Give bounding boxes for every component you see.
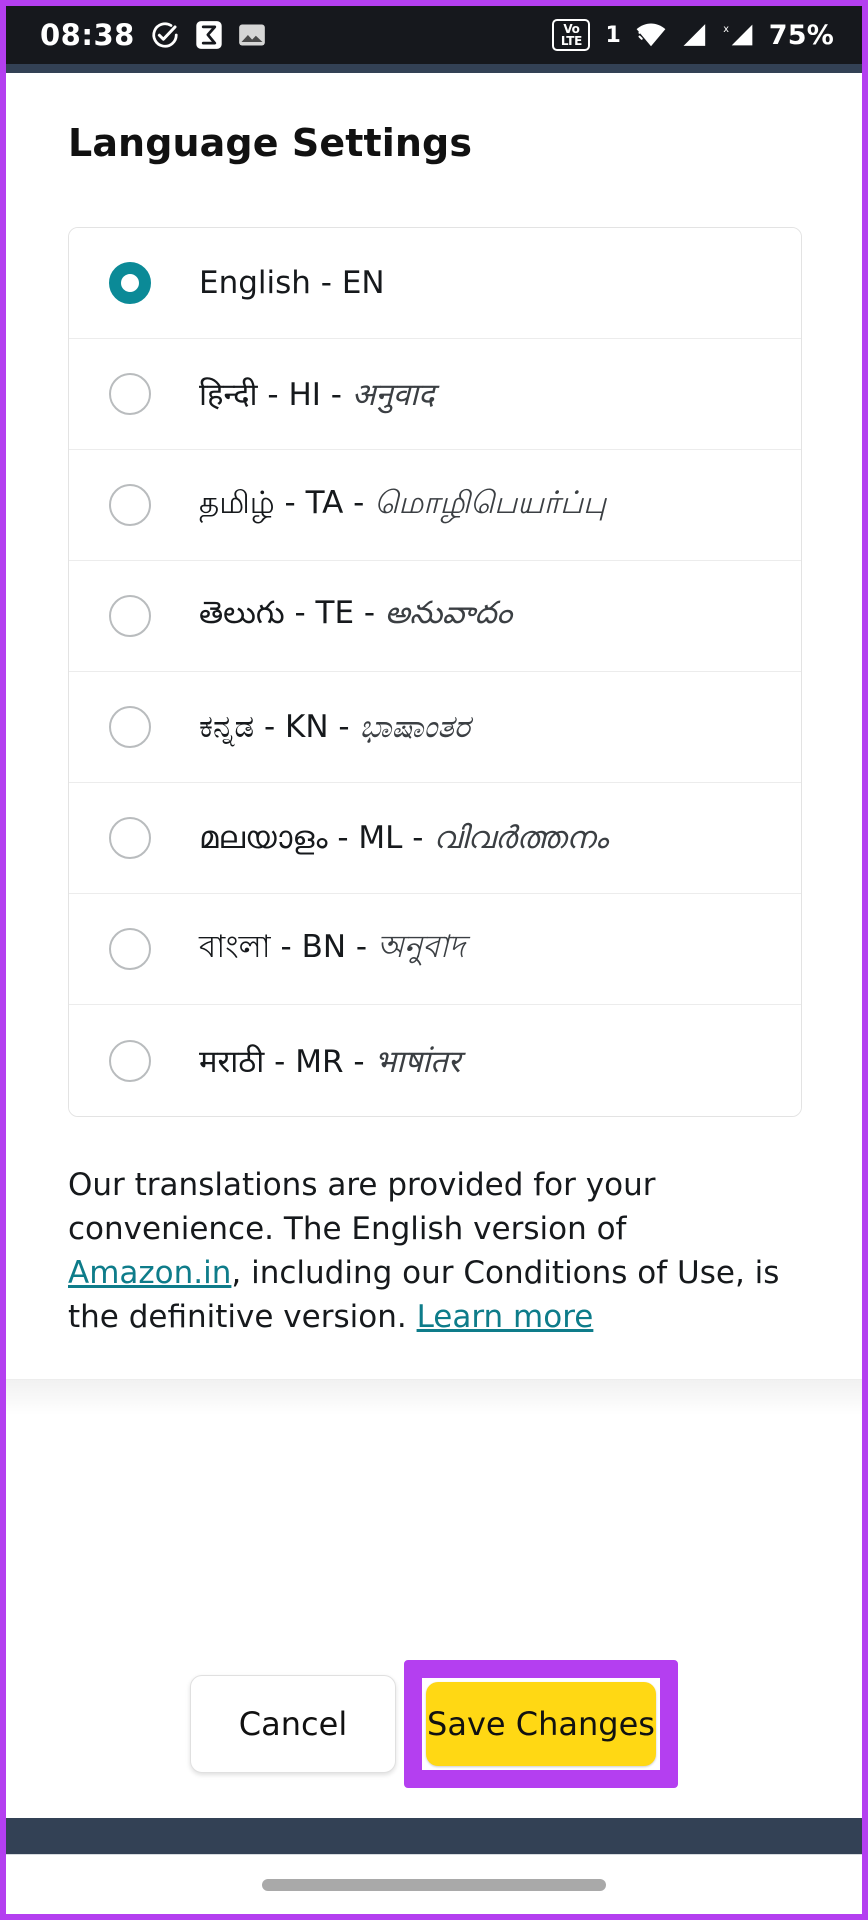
amazon-in-link[interactable]: Amazon.in xyxy=(68,1255,231,1291)
language-option-en[interactable]: English - EN xyxy=(69,228,801,339)
language-name: മലയാളം xyxy=(199,819,328,856)
status-clock: 08:38 xyxy=(40,18,135,52)
radio-ta[interactable] xyxy=(109,484,151,526)
language-label-kn: ಕನ್ನಡ - KN - ಭಾಷಾಂತರ xyxy=(199,709,470,746)
language-separator: - xyxy=(412,819,424,856)
battery-percent-label: 75% xyxy=(768,19,834,51)
status-bar: 08:38 Vo LTE 1 x 75% xyxy=(6,6,862,64)
language-list: English - EN हिन्दी - HI - अनुवाद தமிழ் … xyxy=(68,227,802,1117)
language-separator: - xyxy=(338,708,350,745)
language-separator: - xyxy=(320,265,332,301)
translation-disclaimer: Our translations are provided for your c… xyxy=(68,1163,807,1339)
language-code: EN xyxy=(341,265,385,301)
radio-bn[interactable] xyxy=(109,928,151,970)
language-name: తెలుగు xyxy=(199,594,285,631)
language-label-ml: മലയാളം - ML - വിവർത്തനം xyxy=(199,820,608,857)
language-label-ta: தமிழ் - TA - மொழிபெயர்ப்பு xyxy=(199,485,606,525)
language-label-hi: हिन्दी - HI - अनुवाद xyxy=(199,373,434,415)
language-separator: - xyxy=(263,708,276,745)
language-separator: - xyxy=(267,377,279,413)
check-circle-icon xyxy=(150,20,180,50)
language-separator: - xyxy=(274,1043,286,1080)
language-name: বাংলা xyxy=(199,929,271,965)
language-option-te[interactable]: తెలుగు - TE - అనువాదం xyxy=(69,561,801,672)
volte-label-bottom: LTE xyxy=(560,34,583,48)
radio-en[interactable] xyxy=(109,262,151,304)
learn-more-link[interactable]: Learn more xyxy=(417,1299,594,1335)
language-separator: - xyxy=(353,1043,365,1080)
bottom-accent-strip xyxy=(6,1818,862,1854)
language-name: हिन्दी xyxy=(199,377,258,413)
language-code: HI xyxy=(288,377,321,413)
language-separator: - xyxy=(284,485,296,521)
language-translation: అనువాదం xyxy=(384,594,513,631)
language-name: मराठी xyxy=(199,1043,265,1080)
language-code: ML xyxy=(358,819,403,856)
top-accent-strip xyxy=(6,64,862,73)
save-button-highlight-wrapper: Save Changes xyxy=(404,1660,678,1788)
wifi-icon xyxy=(634,20,668,50)
language-code: KN xyxy=(285,708,329,745)
language-option-bn[interactable]: বাংলা - BN - অনুবাদ xyxy=(69,894,801,1005)
language-option-kn[interactable]: ಕನ್ನಡ - KN - ಭಾಷಾಂತರ xyxy=(69,672,801,783)
svg-text:x: x xyxy=(723,24,729,35)
radio-hi[interactable] xyxy=(109,373,151,415)
language-label-mr: मराठी - MR - भाषांतर xyxy=(199,1040,461,1082)
language-separator: - xyxy=(330,377,342,413)
language-label-te: తెలుగు - TE - అనువాదం xyxy=(199,595,512,638)
language-separator: - xyxy=(294,594,306,631)
language-option-ml[interactable]: മലയാളം - ML - വിവർത്തനം xyxy=(69,783,801,894)
language-name: English xyxy=(199,265,311,301)
phone-screen: 08:38 Vo LTE 1 x 75% Language Settings E… xyxy=(0,0,868,1920)
language-separator: - xyxy=(337,819,349,856)
radio-te[interactable] xyxy=(109,595,151,637)
status-bar-right: Vo LTE 1 x 75% xyxy=(552,19,834,51)
radio-kn[interactable] xyxy=(109,706,151,748)
language-separator: - xyxy=(355,929,368,965)
language-separator: - xyxy=(280,929,292,965)
radio-ml[interactable] xyxy=(109,817,151,859)
disclaimer-text-1: Our translations are provided for your c… xyxy=(68,1167,656,1248)
action-bar: Cancel Save Changes xyxy=(6,1660,862,1818)
radio-mr[interactable] xyxy=(109,1039,151,1082)
language-translation: ಭಾಷಾಂತರ xyxy=(359,708,471,745)
home-indicator[interactable] xyxy=(262,1878,606,1891)
signal-x-icon: x xyxy=(722,20,756,50)
language-separator: - xyxy=(363,594,376,631)
language-option-ta[interactable]: தமிழ் - TA - மொழிபெயர்ப்பு xyxy=(69,450,801,561)
language-translation: மொழிபெயர்ப்பு xyxy=(374,485,607,521)
language-translation: भाषांतर xyxy=(374,1043,461,1080)
page-title: Language Settings xyxy=(68,121,473,165)
language-name: ಕನ್ನಡ xyxy=(199,708,255,745)
language-translation: अनुवाद xyxy=(351,377,435,413)
language-code: TA xyxy=(305,485,344,521)
language-separator: - xyxy=(353,485,365,521)
language-code: BN xyxy=(301,929,347,965)
sigma-app-icon xyxy=(195,20,223,50)
language-code: TE xyxy=(315,594,355,631)
language-option-hi[interactable]: हिन्दी - HI - अनुवाद xyxy=(69,339,801,450)
language-translation: വിവർത്തനം xyxy=(433,819,608,856)
language-code: MR xyxy=(295,1043,344,1080)
status-bar-left: 08:38 xyxy=(40,18,266,52)
image-icon xyxy=(238,22,266,48)
volte-icon: Vo LTE xyxy=(552,19,591,51)
signal-icon xyxy=(681,20,709,50)
language-translation: অনুবাদ xyxy=(376,929,465,965)
sim-index-label: 1 xyxy=(605,22,621,48)
save-changes-button[interactable]: Save Changes xyxy=(426,1682,656,1766)
language-label-bn: বাংলা - BN - অনুবাদ xyxy=(199,923,465,975)
cancel-button[interactable]: Cancel xyxy=(190,1675,396,1773)
language-settings-page: Language Settings English - EN हिन्दी - … xyxy=(6,73,862,1818)
language-label-en: English - EN xyxy=(199,265,385,301)
language-option-mr[interactable]: मराठी - MR - भाषांतर xyxy=(69,1005,801,1116)
android-nav-bar xyxy=(6,1854,862,1914)
scroll-shadow-divider xyxy=(6,1379,862,1416)
language-name: தமிழ் xyxy=(199,485,275,521)
